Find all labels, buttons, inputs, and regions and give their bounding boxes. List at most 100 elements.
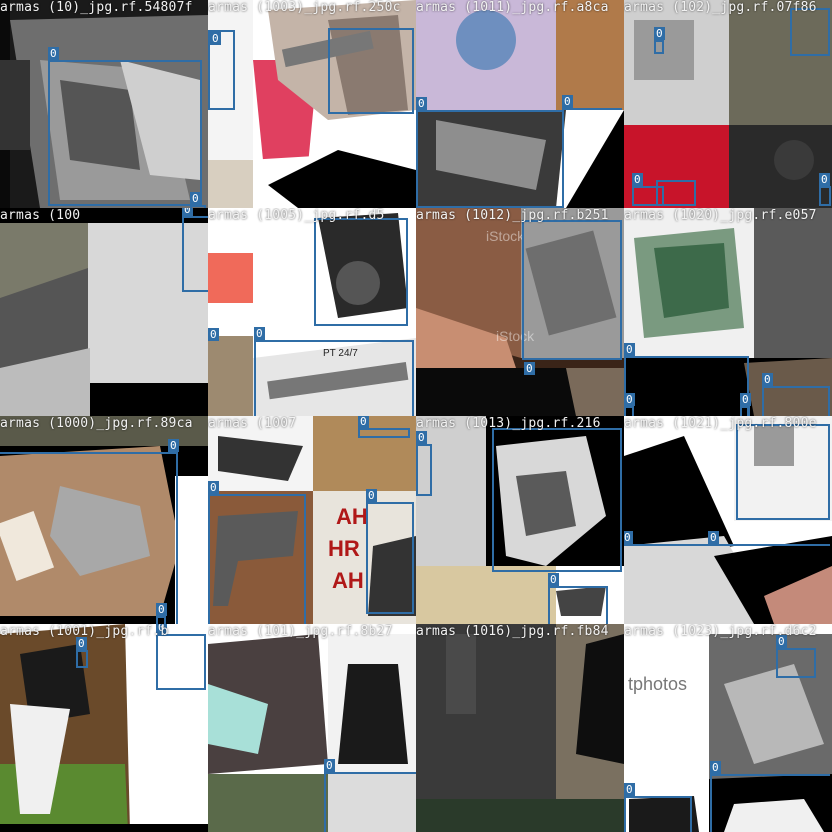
bounding-box: 0 <box>762 373 830 416</box>
class-label: 0 <box>524 362 535 375</box>
bounding-box: 0 <box>366 489 414 614</box>
bounding-box: 0 <box>624 393 635 416</box>
class-label: 0 <box>562 95 573 108</box>
bounding-box <box>736 424 830 520</box>
file-name: armas (1012)_jpg.rf.b251 <box>416 208 609 223</box>
tile-image <box>0 208 208 416</box>
class-label: 0 <box>632 173 643 186</box>
class-label: 0 <box>819 173 830 186</box>
file-name: armas (1003)_jpg.rf.250c <box>208 0 401 15</box>
bounding-box: 0 <box>358 416 410 438</box>
class-label: 0 <box>654 27 665 40</box>
file-name: armas (102)_jpg.rf.07f86 <box>624 0 817 15</box>
bounding-box: 0 <box>156 624 206 690</box>
mosaic-tile-6: PT 24/7 armas (1005)_jpg.rf.d5 0 0 <box>208 208 416 416</box>
watermark: tphotos <box>628 674 688 694</box>
class-label: 0 <box>416 97 427 110</box>
file-name: armas (1005)_jpg.rf.d5 <box>208 208 385 223</box>
bounding-box: 0 <box>624 531 710 624</box>
class-label: 0 <box>708 531 719 544</box>
bounding-box: 0 <box>208 481 306 624</box>
bounding-box: 0 <box>208 218 408 341</box>
file-name: armas (1011)_jpg.rf.a8ca <box>416 0 609 15</box>
class-label: 0 <box>548 573 559 586</box>
file-name: armas (1000)_jpg.rf.89ca <box>0 416 193 431</box>
bounding-box: 0 <box>624 783 692 832</box>
bounding-box: 0 <box>416 431 432 496</box>
class-label: 0 <box>168 439 179 452</box>
bounding-box: 0 <box>562 95 622 114</box>
graffiti-text: AH <box>332 568 364 593</box>
class-label: 0 <box>156 603 167 616</box>
mosaic-tile-15: armas (1016)_jpg.rf.fb84 <box>416 624 624 832</box>
class-label: 0 <box>740 393 751 406</box>
bounding-box: 0 <box>708 531 830 624</box>
class-label: 0 <box>710 761 721 774</box>
bounding-box: 0 <box>76 637 88 668</box>
class-label: 0 <box>358 416 369 428</box>
mosaic-tile-14: armas (101)_jpg.rf.8b27 0 <box>208 624 416 832</box>
mosaic-tile-9: armas (1000)_jpg.rf.89ca 0 0 <box>0 416 208 624</box>
bounding-box: 0 <box>182 208 208 292</box>
mosaic-tile-13: armas (1001)_jpg.rf.b 0 0 <box>0 624 208 832</box>
class-label: 0 <box>190 192 201 205</box>
bounding-box <box>492 428 622 572</box>
mosaic-tile-1: armas (10)_jpg.rf.54807f 0 0 <box>0 0 208 208</box>
mosaic-tile-16: tphotos armas (1023)_jpg.rf.d6c2 0 0 0 <box>624 624 832 832</box>
class-label: 0 <box>624 343 635 356</box>
file-name: armas (1001)_jpg.rf.b <box>0 624 169 639</box>
mosaic-grid: armas (10)_jpg.rf.54807f 0 0 armas (1003… <box>0 0 832 832</box>
bounding-box: 0 <box>776 635 816 678</box>
class-label: 0 <box>182 208 193 216</box>
file-name: armas (100 <box>0 208 81 223</box>
graffiti-text: HR <box>328 536 360 561</box>
mosaic-tile-4: armas (102)_jpg.rf.07f86 0 0 0 <box>624 0 832 208</box>
class-label: 0 <box>762 373 773 386</box>
file-name: armas (1007 <box>208 416 297 431</box>
mosaic-tile-7: iStock iStock armas (1012)_jpg.rf.b251 0 <box>416 208 624 416</box>
file-name: armas (1016)_jpg.rf.fb84 <box>416 624 609 639</box>
graffiti-text: AH <box>336 504 368 529</box>
class-label: 0 <box>324 759 335 772</box>
file-name: armas (1013)_jpg.rf.216 <box>416 416 601 431</box>
bounding-box: 0 <box>254 327 414 416</box>
class-label: 0 <box>416 431 427 444</box>
mosaic-tile-10: AH HR AH armas (1007 0 0 0 <box>208 416 416 624</box>
bounding-box: 0 <box>654 27 665 54</box>
file-name: armas (1023)_jpg.rf.d6c2 <box>624 624 817 639</box>
bounding-box: 0 <box>208 30 235 110</box>
class-label: 0 <box>366 489 377 502</box>
bounding-box: 0 <box>522 220 622 375</box>
class-label: 0 <box>624 531 633 544</box>
bounding-box: 0 <box>0 439 179 624</box>
class-label: 0 <box>624 783 635 796</box>
bounding-box: 0 <box>819 173 831 206</box>
class-label: 0 <box>210 32 221 45</box>
mosaic-tile-5: armas (100 0 <box>0 208 208 416</box>
bounding-box: 0 <box>624 343 749 416</box>
mosaic-tile-8: armas (1020)_jpg.rf.e057 0 0 0 0 <box>624 208 832 416</box>
bounding-box <box>328 28 414 114</box>
watermark: iStock <box>486 228 525 244</box>
mosaic-tile-12: armas (1021)_jpg.rf.800e 0 0 <box>624 416 832 624</box>
bounding-box: 0 <box>710 761 830 832</box>
mosaic-tile-3: armas (1011)_jpg.rf.a8ca 0 0 <box>416 0 624 208</box>
bounding-box: 0 <box>156 603 167 624</box>
class-label: 0 <box>208 328 219 341</box>
bounding-box <box>656 180 696 206</box>
bounding-box: 0 <box>740 393 751 416</box>
file-name: armas (1020)_jpg.rf.e057 <box>624 208 817 223</box>
class-label: 0 <box>48 47 59 60</box>
class-label: 0 <box>254 327 265 340</box>
class-label: 0 <box>208 481 219 494</box>
bounding-box: 0 <box>48 47 202 206</box>
mosaic-tile-2: armas (1003)_jpg.rf.250c 0 <box>208 0 416 208</box>
class-label: 0 <box>624 393 635 406</box>
tile-image <box>416 624 624 832</box>
bounding-box: 0 <box>324 759 416 832</box>
file-name: armas (101)_jpg.rf.8b27 <box>208 624 393 639</box>
bounding-box: 0 <box>416 97 564 208</box>
bounding-box: 0 <box>548 573 608 624</box>
file-name: armas (1021)_jpg.rf.800e <box>624 416 817 431</box>
mosaic-tile-11: armas (1013)_jpg.rf.216 0 0 <box>416 416 624 624</box>
